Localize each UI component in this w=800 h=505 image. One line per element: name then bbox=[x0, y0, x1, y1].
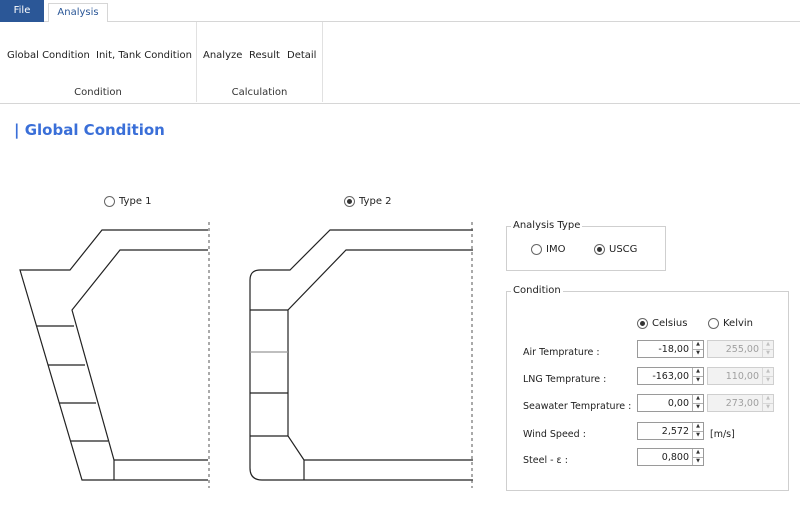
spin-down-icon: ▼ bbox=[763, 402, 773, 412]
ribbon-group-label-calculation: Calculation bbox=[231, 87, 288, 98]
spin-up-icon[interactable]: ▲ bbox=[693, 395, 703, 403]
wind-speed-unit: [m/s] bbox=[710, 429, 735, 440]
spin-up-icon: ▲ bbox=[766, 368, 770, 375]
radio-checked-icon bbox=[637, 318, 648, 329]
wind-speed-spinner[interactable]: ▲▼ bbox=[637, 422, 704, 440]
lng-temperature-kelvin-spinner: ▲▼ bbox=[707, 367, 774, 385]
spin-up-icon[interactable]: ▲ bbox=[693, 423, 703, 431]
lng-temperature-input[interactable] bbox=[638, 368, 692, 384]
spin-down-icon[interactable]: ▼ bbox=[693, 348, 703, 358]
spin-down-icon: ▼ bbox=[763, 375, 773, 385]
ribbon-group-condition: Global Condition Init, Tank Condition Co… bbox=[0, 22, 197, 102]
type1-label: Type 1 bbox=[119, 196, 152, 207]
tab-analysis[interactable]: Analysis bbox=[48, 3, 108, 23]
seawater-temperature-spinner[interactable]: ▲▼ bbox=[637, 394, 704, 412]
kelvin-radio[interactable]: Kelvin bbox=[708, 318, 753, 329]
steel-emissivity-input[interactable] bbox=[638, 449, 692, 465]
radio-icon bbox=[708, 318, 719, 329]
radio-checked-icon bbox=[594, 244, 605, 255]
air-temperature-spinner[interactable]: ▲▼ bbox=[637, 340, 704, 358]
spin-up-icon[interactable]: ▲ bbox=[693, 341, 703, 349]
type1-hull-diagram[interactable] bbox=[18, 218, 213, 490]
air-temperature-label: Air Temprature : bbox=[523, 347, 600, 358]
init-tank-condition-button[interactable]: Init, Tank Condition bbox=[96, 50, 192, 61]
air-temperature-kelvin-input bbox=[708, 341, 762, 357]
imo-label: IMO bbox=[546, 244, 566, 255]
air-temperature-kelvin-spinner: ▲▼ bbox=[707, 340, 774, 358]
lng-temperature-spinner[interactable]: ▲▼ bbox=[637, 367, 704, 385]
celsius-radio[interactable]: Celsius bbox=[637, 318, 687, 329]
kelvin-label: Kelvin bbox=[723, 318, 754, 329]
wind-speed-input[interactable] bbox=[638, 423, 692, 439]
global-condition-button[interactable]: Global Condition bbox=[7, 50, 90, 61]
spin-up-icon[interactable]: ▲ bbox=[693, 449, 703, 457]
tab-strip: File Analysis bbox=[0, 0, 800, 23]
ribbon-group-label-condition: Condition bbox=[74, 87, 122, 98]
air-temperature-input[interactable] bbox=[638, 341, 692, 357]
uscg-label: USCG bbox=[609, 244, 638, 255]
ribbon-group-calculation: Analyze Result Detail Calculation bbox=[197, 22, 323, 102]
type2-hull-diagram[interactable] bbox=[248, 218, 478, 490]
spin-up-icon[interactable]: ▲ bbox=[693, 368, 703, 376]
spin-down-icon[interactable]: ▼ bbox=[693, 456, 703, 466]
detail-button[interactable]: Detail bbox=[287, 50, 316, 61]
condition-group: Condition Celsius Kelvin Air Temprature … bbox=[506, 285, 789, 491]
wind-speed-label: Wind Speed : bbox=[523, 429, 586, 440]
seawater-temperature-kelvin-input bbox=[708, 395, 762, 411]
lng-temperature-kelvin-input bbox=[708, 368, 762, 384]
spin-down-icon: ▼ bbox=[763, 348, 773, 358]
spin-down-icon[interactable]: ▼ bbox=[693, 375, 703, 385]
lng-temperature-label: LNG Temprature : bbox=[523, 374, 607, 385]
imo-radio[interactable]: IMO bbox=[531, 244, 565, 255]
analyze-button[interactable]: Analyze bbox=[203, 50, 242, 61]
result-button[interactable]: Result bbox=[249, 50, 280, 61]
ribbon: Global Condition Init, Tank Condition Co… bbox=[0, 22, 800, 104]
seawater-temperature-kelvin-spinner: ▲▼ bbox=[707, 394, 774, 412]
seawater-temperature-label: Seawater Temprature : bbox=[523, 401, 632, 412]
condition-title: Condition bbox=[511, 285, 563, 296]
radio-icon bbox=[104, 196, 115, 207]
steel-emissivity-spinner[interactable]: ▲▼ bbox=[637, 448, 704, 466]
spin-down-icon[interactable]: ▼ bbox=[693, 402, 703, 412]
celsius-label: Celsius bbox=[652, 318, 688, 329]
uscg-radio[interactable]: USCG bbox=[594, 244, 637, 255]
type1-radio[interactable]: Type 1 bbox=[104, 196, 152, 207]
type2-radio[interactable]: Type 2 bbox=[344, 196, 392, 207]
analysis-type-group: Analysis Type IMO USCG bbox=[506, 220, 666, 271]
steel-emissivity-label: Steel - ε : bbox=[523, 455, 568, 466]
analysis-type-title: Analysis Type bbox=[511, 220, 583, 231]
type2-label: Type 2 bbox=[359, 196, 392, 207]
seawater-temperature-input[interactable] bbox=[638, 395, 692, 411]
page-title: | Global Condition bbox=[14, 121, 165, 139]
spin-up-icon: ▲ bbox=[766, 341, 770, 348]
spin-down-icon[interactable]: ▼ bbox=[693, 430, 703, 440]
spin-up-icon: ▲ bbox=[766, 395, 770, 402]
tab-file[interactable]: File bbox=[0, 0, 44, 22]
radio-icon bbox=[531, 244, 542, 255]
radio-checked-icon bbox=[344, 196, 355, 207]
